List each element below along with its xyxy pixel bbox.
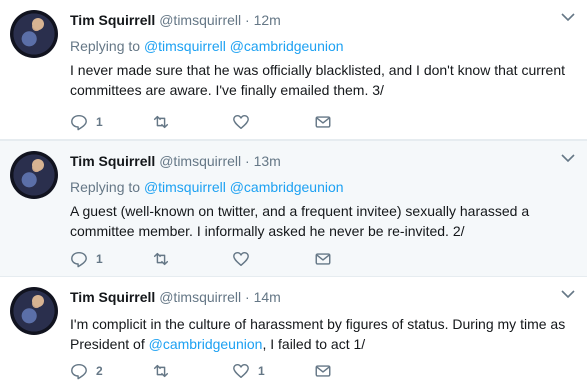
tweet-actions: 1 <box>70 249 350 269</box>
reply-icon <box>71 114 87 131</box>
direct-message-button[interactable] <box>314 361 332 381</box>
avatar[interactable] <box>10 151 58 199</box>
direct-message-icon <box>315 116 331 128</box>
retweet-button[interactable] <box>152 112 178 132</box>
author-handle[interactable]: @timsquirrell <box>159 289 241 305</box>
mention-link[interactable]: @timsquirrell <box>144 38 226 54</box>
mention-link[interactable]: @cambridgeunion <box>230 38 344 54</box>
retweet-icon <box>153 364 169 378</box>
avatar[interactable] <box>10 10 58 58</box>
author-name[interactable]: Tim Squirrell <box>70 153 155 169</box>
retweet-icon <box>153 115 169 129</box>
tweet-header: Tim Squirrell @timsquirrell · 14m <box>70 289 281 305</box>
tweet-actions: 1 <box>70 112 350 132</box>
replying-prefix: Replying to <box>70 179 144 195</box>
tweet-text-part: , I failed to act 1/ <box>262 336 366 352</box>
replying-to: Replying to @timsquirrell @cambridgeunio… <box>70 38 344 54</box>
direct-message-button[interactable] <box>314 112 332 132</box>
avatar[interactable] <box>10 287 58 335</box>
author-handle[interactable]: @timsquirrell <box>159 153 241 169</box>
mention-link[interactable]: @timsquirrell <box>144 179 226 195</box>
heart-icon <box>233 251 249 267</box>
like-button[interactable] <box>232 112 258 132</box>
reply-button[interactable]: 1 <box>70 249 103 269</box>
chevron-down-icon[interactable] <box>561 289 575 299</box>
timestamp[interactable]: 12m <box>254 12 281 28</box>
reply-icon <box>71 363 87 380</box>
replying-to: Replying to @timsquirrell @cambridgeunio… <box>70 179 344 195</box>
like-count: 1 <box>258 364 265 378</box>
author-name[interactable]: Tim Squirrell <box>70 289 155 305</box>
author-handle[interactable]: @timsquirrell <box>159 12 241 28</box>
author-name[interactable]: Tim Squirrell <box>70 12 155 28</box>
reply-icon <box>71 251 87 268</box>
chevron-down-icon[interactable] <box>561 12 575 22</box>
like-button[interactable] <box>232 249 258 269</box>
separator-dot: · <box>245 12 250 28</box>
reply-count: 1 <box>96 252 103 266</box>
timestamp[interactable]: 14m <box>254 289 281 305</box>
tweet-3[interactable]: Tim Squirrell @timsquirrell · 14m I'm co… <box>0 277 587 390</box>
heart-icon <box>233 363 249 379</box>
retweet-button[interactable] <box>152 361 178 381</box>
like-button[interactable]: 1 <box>232 361 265 381</box>
timestamp[interactable]: 13m <box>254 153 281 169</box>
tweet-header: Tim Squirrell @timsquirrell · 13m <box>70 153 281 169</box>
mention-link[interactable]: @cambridgeunion <box>149 336 263 352</box>
tweet-text: I never made sure that he was officially… <box>70 62 566 98</box>
separator-dot: · <box>245 153 250 169</box>
tweet-actions: 2 1 <box>70 361 350 381</box>
reply-count: 1 <box>96 115 103 129</box>
tweet-2[interactable]: Tim Squirrell @timsquirrell · 13m Replyi… <box>0 140 587 277</box>
tweet-text: A guest (well-known on twitter, and a fr… <box>70 203 530 239</box>
chevron-down-icon[interactable] <box>561 153 575 163</box>
mention-link[interactable]: @cambridgeunion <box>230 179 344 195</box>
direct-message-icon <box>315 365 331 377</box>
separator-dot: · <box>245 289 250 305</box>
direct-message-button[interactable] <box>314 249 332 269</box>
tweet-text: I'm complicit in the culture of harassme… <box>70 314 570 354</box>
tweet-header: Tim Squirrell @timsquirrell · 12m <box>70 12 281 28</box>
retweet-icon <box>153 252 169 266</box>
replying-prefix: Replying to <box>70 38 144 54</box>
heart-icon <box>233 114 249 130</box>
retweet-button[interactable] <box>152 249 178 269</box>
reply-count: 2 <box>96 364 103 378</box>
tweet-1[interactable]: Tim Squirrell @timsquirrell · 12m Replyi… <box>0 0 587 140</box>
direct-message-icon <box>315 253 331 265</box>
reply-button[interactable]: 1 <box>70 112 103 132</box>
reply-button[interactable]: 2 <box>70 361 103 381</box>
